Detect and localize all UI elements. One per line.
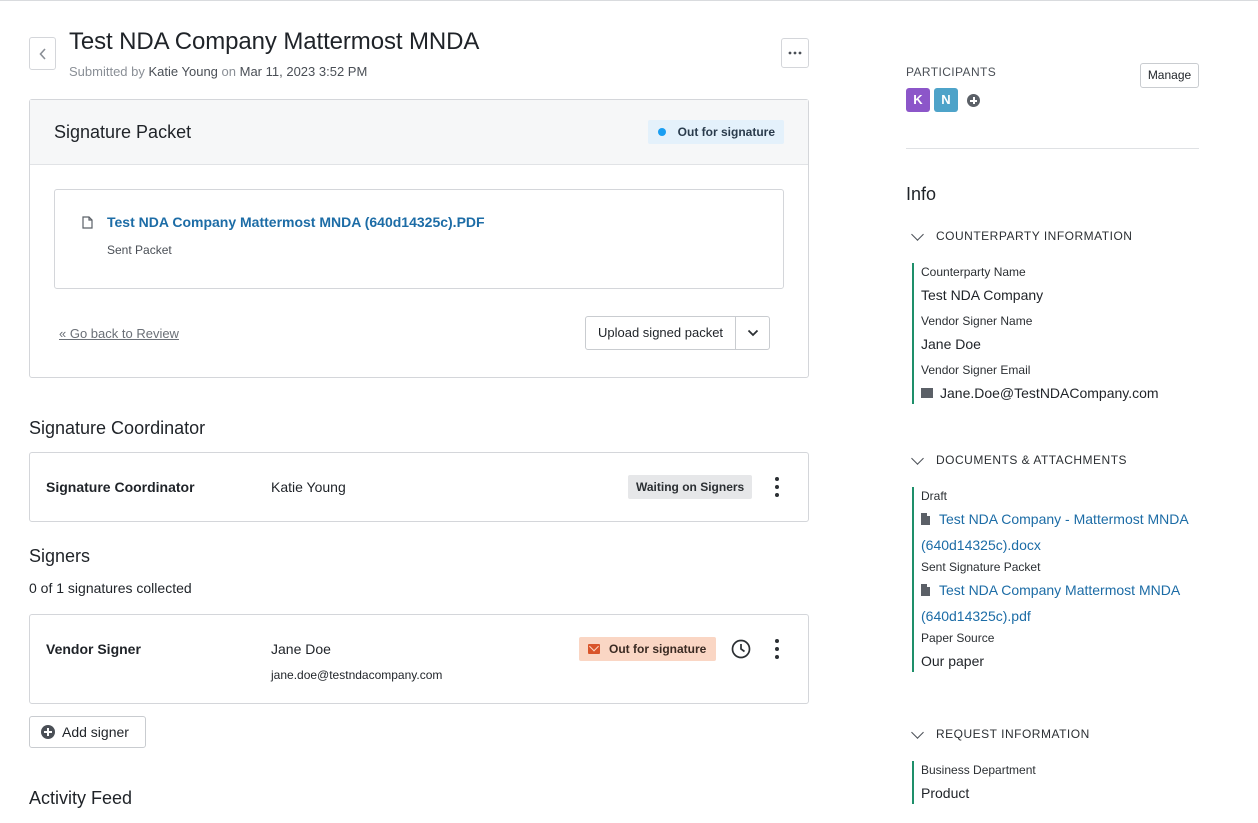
packet-file-link[interactable]: Test NDA Company Mattermost MNDA (640d14… <box>107 214 485 230</box>
signer-status-text: Out for signature <box>609 642 707 656</box>
chevron-down-icon <box>911 227 924 241</box>
submitted-date: Mar 11, 2023 3:52 PM <box>239 64 368 79</box>
document-icon <box>921 513 930 525</box>
info-heading: Info <box>906 184 937 204</box>
coordinator-section-title: Signature Coordinator <box>29 418 206 438</box>
signatures-collected-count: 0 of 1 signatures collected <box>29 580 192 596</box>
counterparty-group-toggle[interactable]: COUNTERPARTY INFORMATION <box>910 227 1133 243</box>
avatar[interactable]: K <box>906 88 930 112</box>
coordinator-kebab-icon[interactable] <box>774 477 780 497</box>
sidebar-divider <box>906 148 1199 149</box>
signature-packet-card: Signature Packet Out for signature Test … <box>29 99 809 378</box>
draft-link-text: Test NDA Company - Mattermost MNDA (640d… <box>921 511 1188 553</box>
back-button[interactable] <box>29 37 56 70</box>
counterparty-group-title: COUNTERPARTY INFORMATION <box>936 229 1133 243</box>
sent-link-text: Test NDA Company Mattermost MNDA (640d14… <box>921 582 1180 624</box>
counterparty-group-body: Counterparty Name Test NDA Company Vendo… <box>912 263 1202 404</box>
chevron-down-icon <box>911 451 924 465</box>
add-signer-button[interactable]: Add signer <box>29 716 146 748</box>
chevron-left-icon <box>38 47 46 60</box>
ellipsis-icon <box>788 51 802 55</box>
coordinator-row: Signature Coordinator Katie Young Waitin… <box>29 452 809 522</box>
more-actions-button[interactable] <box>781 38 809 68</box>
signature-packet-title: Signature Packet <box>54 122 192 142</box>
add-signer-label: Add signer <box>62 724 129 740</box>
signers-section-title: Signers <box>29 546 91 566</box>
activity-feed-title: Activity Feed <box>29 788 133 808</box>
field-label: Sent Signature Packet <box>921 560 1041 574</box>
signer-role: Vendor Signer <box>46 641 141 657</box>
top-border <box>0 0 1258 1</box>
manage-participants-button[interactable]: Manage <box>1140 63 1199 88</box>
document-icon <box>921 584 930 596</box>
field-label: Business Department <box>921 763 1036 777</box>
mail-icon <box>588 644 600 654</box>
signer-name: Jane Doe <box>271 641 331 657</box>
submitted-line: Submitted by Katie Young on Mar 11, 2023… <box>69 64 367 79</box>
documents-group-toggle[interactable]: DOCUMENTS & ATTACHMENTS <box>910 451 1128 467</box>
field-value: Test NDA Company <box>921 287 1044 303</box>
upload-signed-packet-group: Upload signed packet <box>585 316 771 350</box>
coordinator-row-label: Signature Coordinator <box>46 479 195 495</box>
field-label: Vendor Signer Name <box>921 314 1033 328</box>
signer-email: jane.doe@testndacompany.com <box>271 668 443 682</box>
avatar[interactable]: N <box>934 88 958 112</box>
documents-group-title: DOCUMENTS & ATTACHMENTS <box>936 453 1128 467</box>
submitted-by: Katie Young <box>148 64 218 79</box>
clock-icon[interactable] <box>731 639 751 659</box>
signer-kebab-icon[interactable] <box>774 639 780 659</box>
field-value: Jane.Doe@TestNDACompany.com <box>921 382 1202 404</box>
request-group-title: REQUEST INFORMATION <box>936 727 1090 741</box>
field-value: Jane Doe <box>921 336 981 352</box>
packet-file-box: Test NDA Company Mattermost MNDA (640d14… <box>54 189 784 289</box>
field-label: Draft <box>921 489 948 503</box>
status-dot-icon <box>657 128 666 136</box>
field-label: Vendor Signer Email <box>921 363 1031 377</box>
page-title: Test NDA Company Mattermost MNDA <box>69 28 480 55</box>
chevron-down-icon <box>911 725 924 739</box>
packet-file-caption: Sent Packet <box>107 243 172 257</box>
submitted-prefix: Submitted by <box>69 64 145 79</box>
draft-document-link[interactable]: Test NDA Company - Mattermost MNDA (640d… <box>921 506 1202 558</box>
coordinator-status-badge: Waiting on Signers <box>628 475 753 499</box>
request-group-toggle[interactable]: REQUEST INFORMATION <box>910 725 1090 741</box>
vendor-signer-email: Jane.Doe@TestNDACompany.com <box>940 385 1159 401</box>
signer-row: Vendor Signer Jane Doe jane.doe@testndac… <box>29 614 809 704</box>
field-value: Our paper <box>921 653 985 669</box>
signature-packet-header: Signature Packet Out for signature <box>30 100 808 165</box>
signer-status-badge: Out for signature <box>579 637 717 661</box>
mail-icon <box>921 388 933 398</box>
document-icon <box>82 216 93 229</box>
packet-status-badge: Out for signature <box>647 120 784 144</box>
upload-signed-packet-button[interactable]: Upload signed packet <box>586 317 737 349</box>
chevron-down-icon <box>747 329 758 337</box>
field-value: Product <box>921 785 970 801</box>
submitted-on-word: on <box>221 64 236 79</box>
upload-options-dropdown[interactable] <box>736 317 769 349</box>
go-back-to-review-link[interactable]: « Go back to Review <box>59 326 179 341</box>
plus-circle-icon <box>41 725 55 739</box>
coordinator-name: Katie Young <box>271 479 346 495</box>
documents-group-body: Draft Test NDA Company - Mattermost MNDA… <box>912 487 1202 672</box>
participants-heading: PARTICIPANTS <box>906 65 997 79</box>
field-label: Counterparty Name <box>921 265 1026 279</box>
field-label: Paper Source <box>921 631 995 645</box>
add-participant-icon[interactable] <box>967 94 980 107</box>
request-group-body: Business Department Product <box>912 761 1202 804</box>
sent-packet-link[interactable]: Test NDA Company Mattermost MNDA (640d14… <box>921 577 1202 629</box>
packet-status-text: Out for signature <box>677 125 775 139</box>
